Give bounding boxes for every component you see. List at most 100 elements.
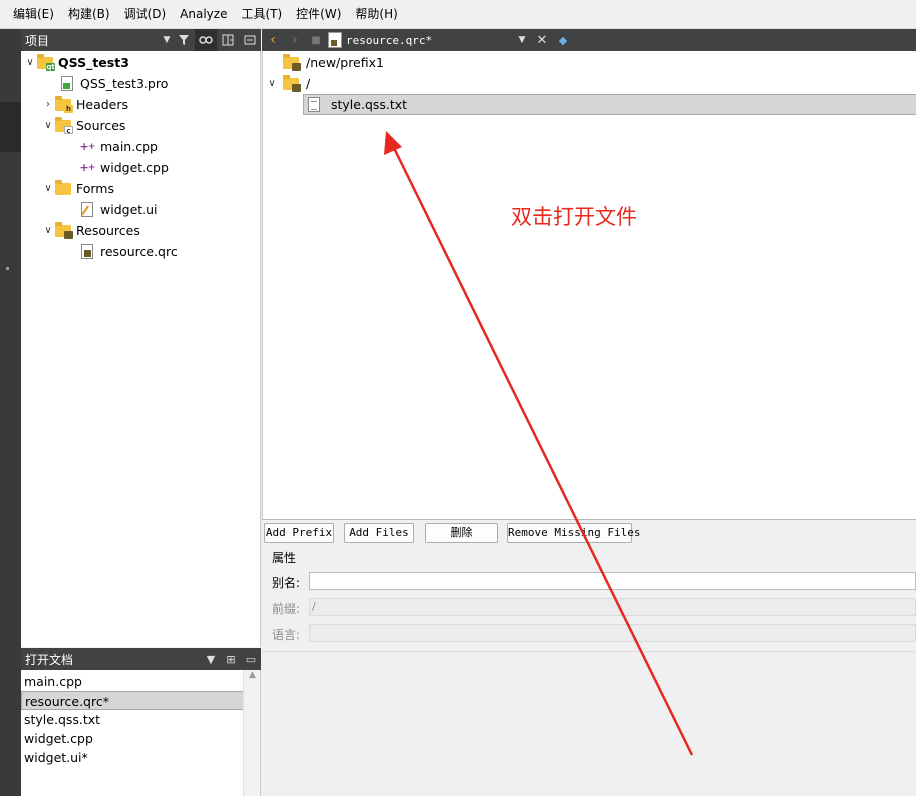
- tree-item-label: Resources: [76, 223, 140, 238]
- prefix-input: /: [309, 598, 916, 616]
- chevron-down-icon[interactable]: ∨: [265, 78, 279, 89]
- tree-item-pro-file[interactable]: QSS_test3.pro: [59, 73, 168, 94]
- properties-panel: 属性 别名: 前缀: / 语言:: [262, 545, 916, 796]
- editor-file-name[interactable]: resource.qrc*: [346, 34, 512, 47]
- prefix-folder-icon: [283, 53, 301, 71]
- resource-tree: /new/prefix1 ∨ / style.qss.txt: [262, 51, 916, 519]
- tree-item-label: QSS_test3: [58, 55, 129, 70]
- open-doc-item-selected[interactable]: resource.qrc*: [21, 691, 244, 710]
- properties-group-title: 属性: [272, 551, 297, 565]
- link-icon[interactable]: [195, 29, 217, 51]
- split-icon[interactable]: [217, 29, 239, 51]
- sources-folder-icon: c: [55, 116, 73, 135]
- tree-item-widget-ui[interactable]: widget.ui: [79, 199, 158, 220]
- chevron-down-icon[interactable]: ▼: [201, 653, 221, 666]
- menu-widgets[interactable]: 控件(W): [289, 0, 348, 29]
- tree-item-label: widget.ui: [100, 202, 158, 217]
- chevron-down-icon[interactable]: ∨: [41, 225, 55, 236]
- alias-label: 别名:: [272, 576, 301, 590]
- annotation-text: 双击打开文件: [511, 205, 637, 229]
- prefix-label: 前缀:: [272, 602, 301, 616]
- text-file-icon: [308, 97, 324, 113]
- close-icon[interactable]: ✕: [532, 33, 552, 48]
- close-pane-icon[interactable]: [239, 29, 261, 51]
- tree-item-resource-qrc[interactable]: resource.qrc: [79, 241, 178, 262]
- menu-edit[interactable]: 编辑(E): [6, 0, 61, 29]
- cpp-file-icon: + +: [79, 161, 96, 174]
- editor-toolbar: ‹ › ■ resource.qrc* ▼ ✕ ◆: [262, 29, 916, 51]
- ui-file-icon: [79, 202, 95, 218]
- resource-prefix-label: /new/prefix1: [306, 55, 384, 70]
- menu-tools[interactable]: 工具(T): [234, 0, 289, 29]
- resource-root-prefix-item[interactable]: ∨ /: [265, 73, 310, 94]
- tree-item-label: Forms: [76, 181, 115, 196]
- menu-bar: 编辑(E) 构建(B) 调试(D) Analyze 工具(T) 控件(W) 帮助…: [0, 0, 916, 29]
- chevron-down-icon[interactable]: ▼: [161, 35, 173, 45]
- scrollbar[interactable]: ▲: [243, 670, 260, 796]
- tree-item-forms[interactable]: ∨ Forms: [41, 178, 114, 199]
- back-arrow-icon[interactable]: ‹: [262, 32, 284, 48]
- open-doc-item[interactable]: style.qss.txt: [21, 710, 244, 729]
- tree-item-headers[interactable]: › h Headers: [41, 94, 128, 115]
- chevron-down-icon[interactable]: ∨: [41, 120, 55, 131]
- tree-item-resources[interactable]: ∨ Resources: [41, 220, 140, 241]
- chevron-down-icon[interactable]: ∨: [23, 57, 37, 68]
- menu-help[interactable]: 帮助(H): [348, 0, 404, 29]
- lock-icon[interactable]: ■: [306, 35, 326, 46]
- qrc-file-icon: [328, 32, 342, 48]
- mode-sidebar: [0, 29, 21, 796]
- resource-prefix-label: /: [306, 76, 311, 91]
- qt-project-icon: qt: [37, 53, 55, 71]
- alias-input[interactable]: [309, 572, 916, 590]
- add-files-button[interactable]: Add Files: [344, 523, 414, 543]
- qt-creator-window: 编辑(E) 构建(B) 调试(D) Analyze 工具(T) 控件(W) 帮助…: [0, 0, 916, 796]
- project-pane-title: 项目: [25, 33, 50, 48]
- split-editor-icon[interactable]: ◆: [552, 34, 574, 47]
- open-documents-header: 打开文档 ▼ ⊞ ▭: [21, 648, 261, 670]
- menu-build[interactable]: 构建(B): [61, 0, 117, 29]
- add-prefix-button[interactable]: Add Prefix: [264, 523, 334, 543]
- close-pane-icon[interactable]: ▭: [241, 653, 261, 666]
- resources-folder-icon: [55, 221, 73, 239]
- chevron-right-icon[interactable]: ›: [41, 99, 55, 110]
- scroll-up-icon[interactable]: ▲: [244, 670, 261, 686]
- open-documents-list: main.cpp resource.qrc* style.qss.txt wid…: [21, 670, 261, 796]
- menu-debug[interactable]: 调试(D): [117, 0, 174, 29]
- open-doc-item[interactable]: widget.cpp: [21, 729, 244, 748]
- tree-item-label: Sources: [76, 118, 126, 133]
- menu-analyze[interactable]: Analyze: [173, 0, 234, 29]
- project-tree: ∨ qt QSS_test3 QSS_test3.pro › h Headers…: [21, 51, 261, 647]
- divider: [262, 651, 916, 652]
- tree-item-project[interactable]: ∨ qt QSS_test3: [23, 52, 129, 73]
- split-icon[interactable]: ⊞: [221, 653, 241, 666]
- project-pane-header: 项目 ▼: [21, 29, 261, 51]
- cpp-file-icon: + +: [79, 140, 96, 153]
- language-label: 语言:: [272, 628, 301, 642]
- qrc-file-icon: [79, 244, 95, 260]
- forms-folder-icon: [55, 179, 71, 197]
- language-input: [309, 624, 916, 642]
- open-doc-item[interactable]: main.cpp: [21, 672, 244, 691]
- mode-edit-selected[interactable]: [0, 102, 21, 152]
- prefix-folder-icon: [283, 74, 301, 92]
- filter-icon[interactable]: [173, 29, 195, 51]
- mode-marker: [6, 267, 9, 270]
- tree-item-label: main.cpp: [100, 139, 158, 154]
- tree-item-widget-cpp[interactable]: + + widget.cpp: [79, 157, 169, 178]
- resource-button-row: Add Prefix Add Files 删除 Remove Missing F…: [262, 519, 916, 545]
- delete-button[interactable]: 删除: [425, 523, 498, 543]
- resource-file-label: style.qss.txt: [331, 97, 408, 112]
- tree-item-label: widget.cpp: [100, 160, 169, 175]
- tree-item-sources[interactable]: ∨ c Sources: [41, 115, 125, 136]
- chevron-down-icon[interactable]: ∨: [41, 183, 55, 194]
- resource-file-item[interactable]: style.qss.txt: [303, 94, 916, 115]
- resource-prefix-item[interactable]: /new/prefix1: [283, 52, 384, 73]
- tree-item-main-cpp[interactable]: + + main.cpp: [79, 136, 158, 157]
- headers-folder-icon: h: [55, 95, 73, 113]
- open-documents-title: 打开文档: [25, 652, 74, 667]
- open-doc-item[interactable]: widget.ui*: [21, 748, 244, 767]
- tree-item-label: QSS_test3.pro: [80, 76, 169, 91]
- forward-arrow-icon[interactable]: ›: [284, 32, 306, 48]
- remove-missing-files-button[interactable]: Remove Missing Files: [507, 523, 640, 543]
- chevron-down-icon[interactable]: ▼: [512, 35, 532, 45]
